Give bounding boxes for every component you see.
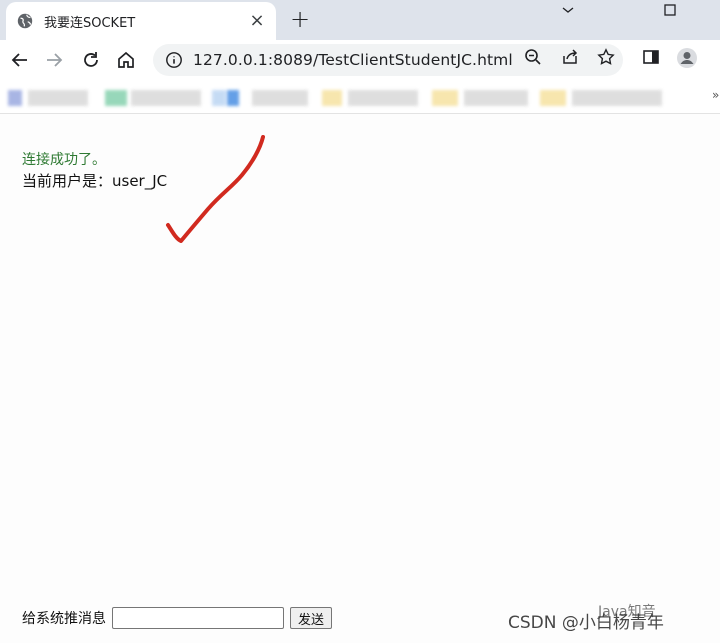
browser-toolbar: 127.0.0.1:8089/TestClientStudentJC.html [0,40,720,80]
arrow-right-icon[interactable] [42,48,66,72]
share-icon[interactable] [560,47,580,67]
home-icon[interactable] [114,48,138,72]
star-icon[interactable] [596,47,616,67]
maximize-icon[interactable] [647,0,693,20]
tab-close-icon[interactable]: × [248,12,266,30]
bookmark-item[interactable] [572,90,662,106]
bookmark-item[interactable] [348,90,418,106]
current-user-text: 当前用户是：user_JC [22,172,168,190]
bookmark-item[interactable] [464,90,528,106]
chevron-down-icon[interactable] [545,0,591,20]
bookmarks-more-icon[interactable]: » [712,88,719,102]
connection-status-text: 连接成功了。 [22,152,106,168]
new-tab-button[interactable]: + [288,7,312,32]
message-label: 给系统推消息 [22,611,106,627]
checkmark-annotation-icon [166,135,265,243]
zoom-icon[interactable] [523,47,543,67]
url-text: 127.0.0.1:8089/TestClientStudentJC.html [193,51,513,69]
bookmark-item[interactable] [540,90,566,106]
bookmark-item[interactable] [8,90,22,106]
browser-tab[interactable]: 我要连SOCKET × [6,2,276,40]
bookmark-item[interactable] [105,90,127,106]
message-form: 给系统推消息 发送 [22,607,333,629]
browser-window: 我要连SOCKET × + 127.0.0.1:8089/TestClientS… [0,0,720,643]
bookmark-item[interactable] [227,90,239,106]
bookmarks-bar [0,80,720,114]
profile-icon[interactable] [676,47,698,69]
arrow-left-icon[interactable] [8,48,32,72]
send-button[interactable]: 发送 [290,607,333,629]
address-bar[interactable]: 127.0.0.1:8089/TestClientStudentJC.html [153,44,623,76]
globe-icon [17,13,33,29]
tab-title: 我要连SOCKET [44,15,136,31]
bookmark-item[interactable] [432,90,458,106]
tab-strip: 我要连SOCKET × + [0,0,720,40]
message-input[interactable] [112,607,284,629]
side-panel-icon[interactable] [641,47,661,67]
bookmark-item[interactable] [28,90,88,106]
bookmark-item[interactable] [252,90,308,106]
bookmark-item[interactable] [212,90,226,106]
bookmark-item[interactable] [322,90,342,106]
csdn-watermark: CSDN @小白杨青年 [508,613,664,633]
page-content: 连接成功了。 当前用户是：user_JC 给系统推消息 发送 Java知音 CS… [0,115,720,643]
bookmark-item[interactable] [131,90,201,106]
reload-icon[interactable] [79,48,103,72]
info-icon[interactable] [165,51,183,69]
